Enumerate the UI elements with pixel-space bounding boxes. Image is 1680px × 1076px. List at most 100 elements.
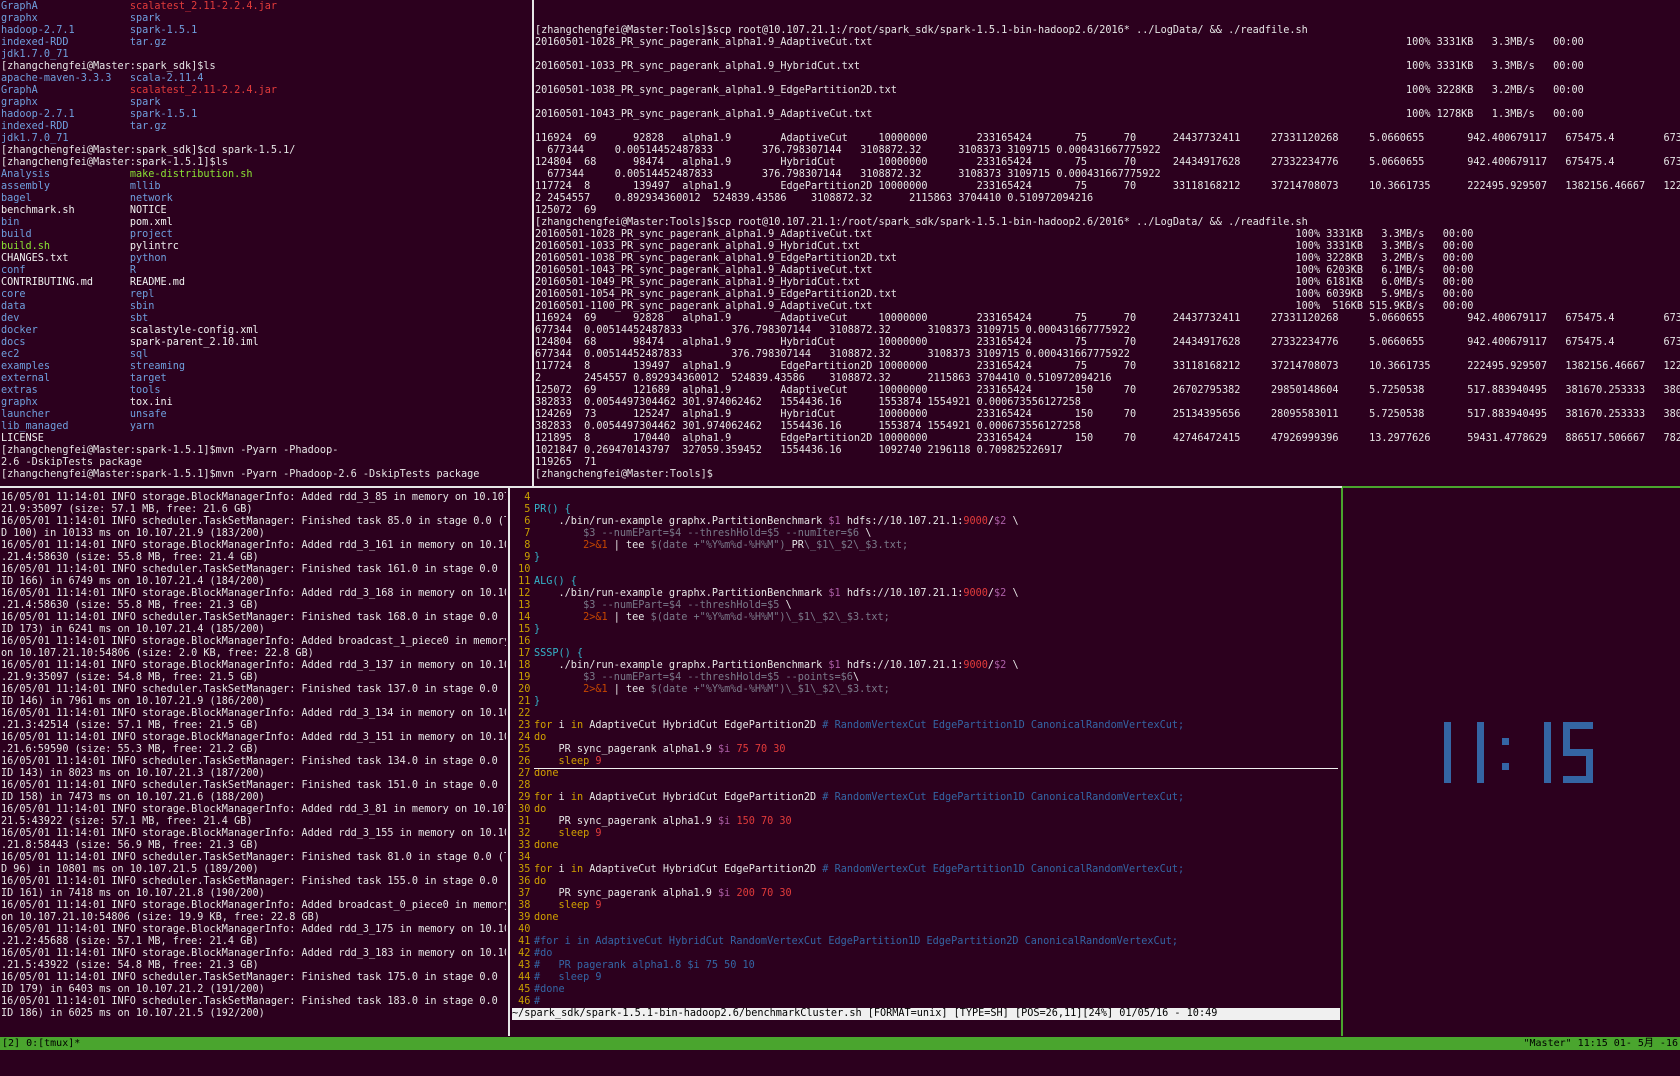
- editor-line[interactable]: 11 ALG() {: [512, 576, 1340, 588]
- editor-line[interactable]: 8 2>&1 | tee $(date +"%Y%m%d-%H%M")_PR\_…: [512, 540, 1340, 552]
- editor-line[interactable]: 24 do: [512, 732, 1340, 744]
- pane-divider-horizontal[interactable]: [0, 486, 1342, 488]
- code-token: \: [785, 600, 792, 611]
- line-number: 13: [512, 600, 531, 611]
- terminal-line: 124269 73 125247 alpha1.9 HybridCut 1000…: [535, 409, 1680, 420]
- editor-line[interactable]: 35 for i in AdaptiveCut HybridCut EdgePar…: [512, 864, 1340, 876]
- pane-divider-top[interactable]: [532, 0, 534, 486]
- terminal-text: 2.6 -DskipTests package: [1, 457, 143, 468]
- code-token: }: [534, 624, 541, 635]
- terminal-text: NOTICE: [129, 205, 167, 216]
- log-line: 16/05/01 11:14:01 INFO scheduler.TaskSet…: [1, 876, 506, 887]
- editor-line[interactable]: 37 PR sync_pagerank alpha1.9 $i 200 70 3…: [512, 888, 1340, 900]
- terminal-line: 20160501-1038_PR_sync_pagerank_alpha1.9_…: [535, 85, 1584, 96]
- editor-line[interactable]: 22: [512, 708, 1340, 720]
- editor-line[interactable]: 29 for i in AdaptiveCut HybridCut EdgePar…: [512, 792, 1340, 804]
- pane-divider-horizontal-active[interactable]: [1342, 486, 1680, 488]
- terminal-text: scalatest_2.11-2.2.4.jar: [129, 85, 278, 96]
- terminal-text: extras: [1, 385, 38, 396]
- terminal-text: README.md: [129, 277, 186, 288]
- editor-line[interactable]: 15}: [512, 624, 1340, 636]
- clock-digit-1b: [1477, 722, 1484, 783]
- terminal-line: GraphA scalatest_2.11-2.2.4.jar: [1, 1, 531, 13]
- editor-line[interactable]: 33 done: [512, 840, 1340, 852]
- editor-line[interactable]: 25 PR sync_pagerank alpha1.9 $i 75 70 30: [512, 744, 1340, 756]
- terminal-pane-top-right[interactable]: [zhangchengfei@Master:Tools]$scp root@10…: [535, 1, 1680, 485]
- editor-line[interactable]: 38 sleep 9: [512, 900, 1340, 912]
- editor-line[interactable]: 16: [512, 636, 1340, 648]
- code-token: $i: [718, 888, 731, 899]
- line-number: 39: [512, 912, 531, 923]
- editor-line[interactable]: 5 PR() {: [512, 504, 1340, 516]
- editor-line[interactable]: 10: [512, 564, 1340, 576]
- log-line: 21.5:43922 (size: 57.1 MB, free: 21.4 GB…: [1, 816, 253, 827]
- code-token: do: [534, 804, 547, 815]
- code-token: \_$1\_$2\_$3.txt;: [785, 684, 890, 695]
- code-token: 9000: [963, 516, 988, 527]
- code-token: $(date +"%Y%m%d-%H%M"): [650, 612, 786, 623]
- editor-line[interactable]: 46 #: [512, 996, 1340, 1008]
- terminal-line: LICENSE: [1, 433, 531, 445]
- editor-line[interactable]: 14 2>&1 | tee $(date +"%Y%m%d-%H%M")\_$1…: [512, 612, 1340, 624]
- terminal-pane-top-left[interactable]: GraphA scalatest_2.11-2.2.4.jar graphx sp…: [1, 1, 531, 485]
- editor-line[interactable]: 20 2>&1 | tee $(date +"%Y%m%d-%H%M")\_$1…: [512, 684, 1340, 696]
- terminal-text: build.sh: [1, 241, 51, 252]
- editor-line[interactable]: 12 ./bin/run-example graphx.PartitionBen…: [512, 588, 1340, 600]
- terminal-line: graphx spark: [1, 13, 531, 25]
- editor-line[interactable]: 7 $3 --numEPart=$4 --threshHold=$5 --num…: [512, 528, 1340, 540]
- editor-line[interactable]: 40: [512, 924, 1340, 936]
- line-number: 20: [512, 684, 531, 695]
- editor-line[interactable]: 28: [512, 780, 1340, 792]
- editor-line[interactable]: 32 sleep 9: [512, 828, 1340, 840]
- editor-line[interactable]: 27 done: [512, 768, 1340, 780]
- pane-divider-bottom-right[interactable]: [1341, 488, 1343, 1036]
- editor-line[interactable]: 41 #for i in AdaptiveCut HybridCut Random…: [512, 936, 1340, 948]
- editor-line[interactable]: 42 #do: [512, 948, 1340, 960]
- editor-line[interactable]: 23 for i in AdaptiveCut HybridCut EdgePar…: [512, 720, 1340, 732]
- log-line: ID 179) in 6403 ms on 10.107.21.2 (191/2…: [1, 984, 265, 995]
- editor-line[interactable]: 43 # PR pagerank alpha1.8 $i 75 50 10: [512, 960, 1340, 972]
- tmux-clock-pane[interactable]: 11 15: [1344, 490, 1680, 1036]
- line-number: 19: [512, 672, 531, 683]
- pane-divider-bottom-left[interactable]: [508, 488, 510, 1036]
- editor-line[interactable]: 19 $3 --numEPart=$4 --threshHold=$5 --po…: [512, 672, 1340, 684]
- editor-line[interactable]: 17 SSSP() {: [512, 648, 1340, 660]
- editor-line[interactable]: 34: [512, 852, 1340, 864]
- editor-line[interactable]: 39 done: [512, 912, 1340, 924]
- editor-line[interactable]: 4: [512, 492, 1340, 504]
- terminal-text: [zhangchengfei@Master:spark_sdk]$cd spar…: [1, 145, 296, 156]
- editor-line[interactable]: 13 $3 --numEPart=$4 --threshHold=$5 \: [512, 600, 1340, 612]
- terminal-pane-log[interactable]: 16/05/01 11:14:01 INFO storage.BlockMana…: [1, 492, 506, 1036]
- code-token: #do: [534, 948, 553, 959]
- code-token: in: [570, 720, 584, 731]
- code-token: | tee: [607, 684, 651, 695]
- line-number: 44: [512, 972, 531, 983]
- vim-editor-pane[interactable]: 4 5 PR() { 6 ./bin/run-example graphx.Par…: [512, 492, 1340, 1008]
- log-line: .21.3:42514 (size: 57.1 MB, free: 21.5 G…: [1, 720, 259, 731]
- terminal-line: hadoop-2.7.1 spark-1.5.1: [1, 25, 531, 37]
- editor-line[interactable]: 31 PR sync_pagerank alpha1.9 $i 150 70 3…: [512, 816, 1340, 828]
- tmux-window-list[interactable]: [2] 0:[tmux]*: [2, 1037, 80, 1050]
- terminal-line: graphx tox.ini: [1, 397, 531, 409]
- terminal-text: pom.xml: [129, 217, 173, 228]
- line-number: 4: [512, 492, 531, 503]
- editor-line[interactable]: 6 ./bin/run-example graphx.PartitionBenc…: [512, 516, 1340, 528]
- terminal-text: mllib: [129, 181, 161, 192]
- terminal-text: lib_managed: [1, 421, 69, 432]
- editor-line[interactable]: 18 ./bin/run-example graphx.PartitionBen…: [512, 660, 1340, 672]
- editor-line[interactable]: 21}: [512, 696, 1340, 708]
- clock-colon-bottom: [1502, 763, 1509, 770]
- terminal-line: launcher unsafe: [1, 409, 531, 421]
- editor-line[interactable]: 9}: [512, 552, 1340, 564]
- editor-line[interactable]: 45 #done: [512, 984, 1340, 996]
- line-number: 29: [512, 792, 531, 803]
- editor-line[interactable]: 30 do: [512, 804, 1340, 816]
- editor-line[interactable]: 44 # sleep 9: [512, 972, 1340, 984]
- editor-line[interactable]: 26 sleep 9: [512, 756, 1340, 768]
- editor-line[interactable]: 36 do: [512, 876, 1340, 888]
